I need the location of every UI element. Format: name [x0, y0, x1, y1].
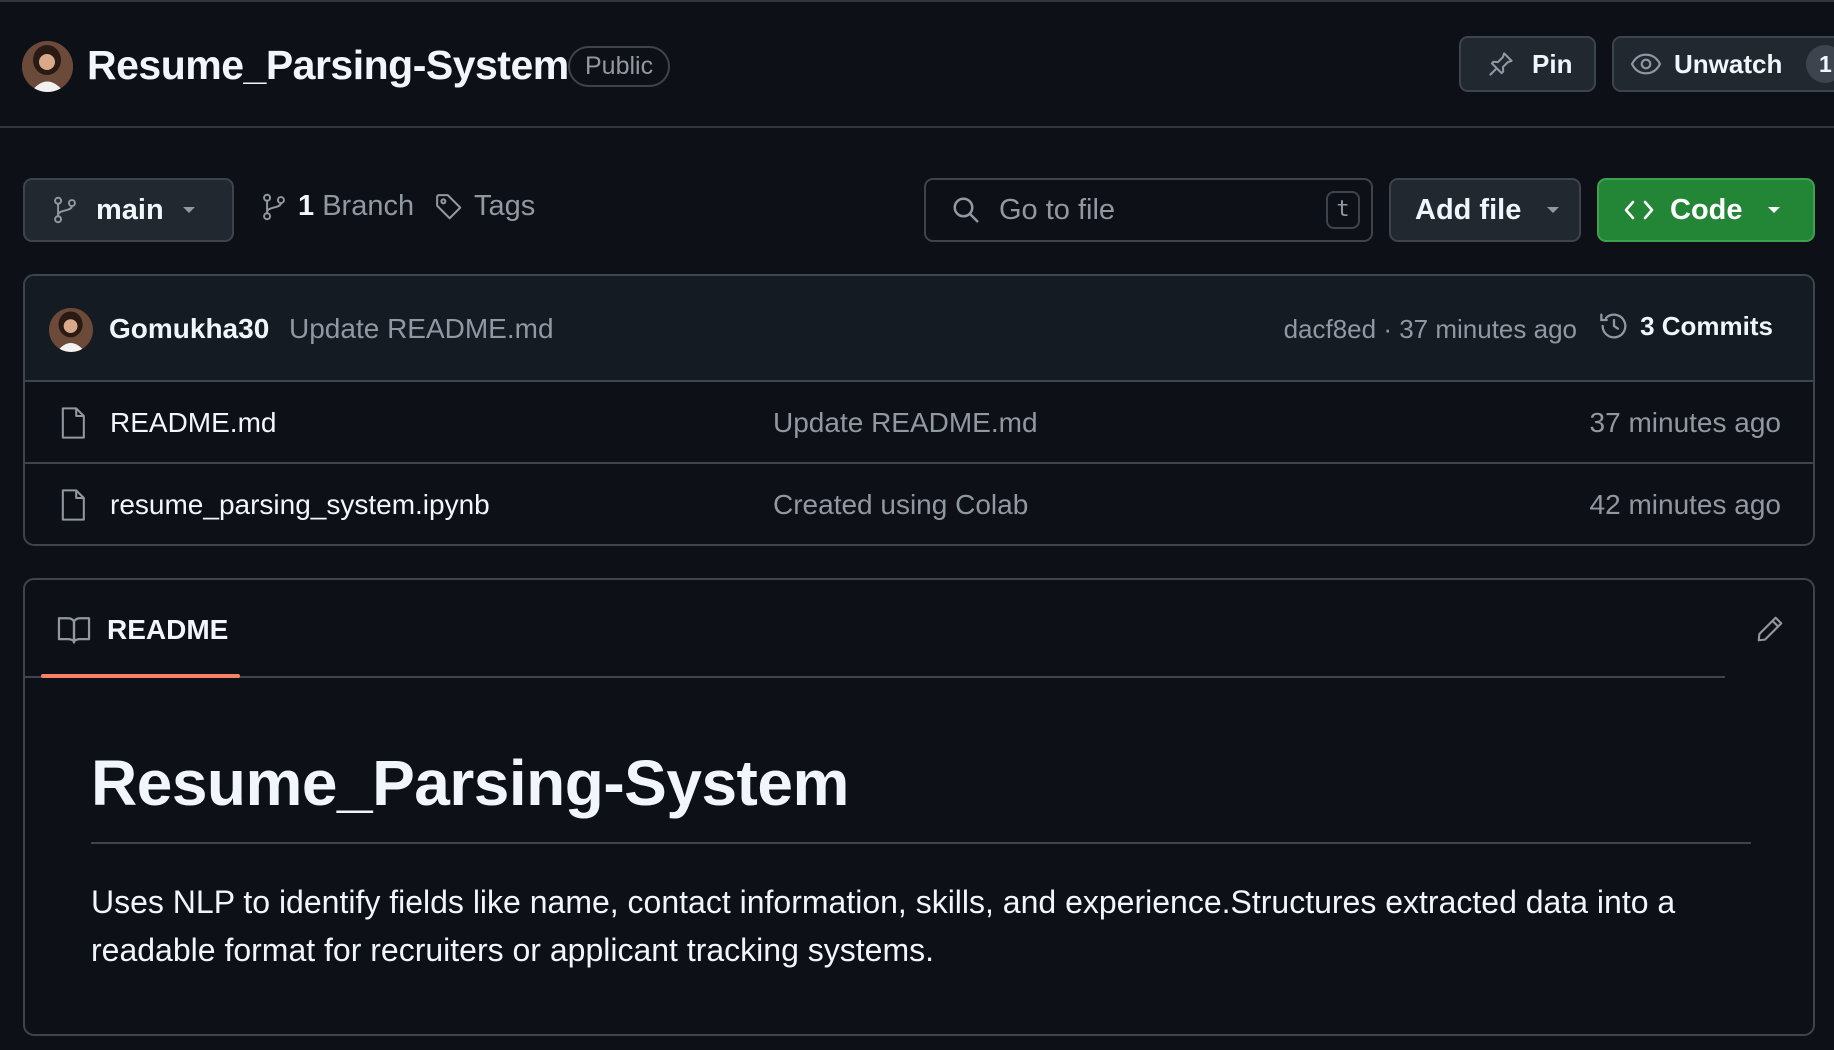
- git-branch-icon: [51, 195, 79, 225]
- tags-label: Tags: [474, 190, 536, 222]
- readme-tab-label: README: [107, 614, 229, 645]
- add-file-label: Add file: [1415, 193, 1522, 226]
- branch-label: Branch: [322, 190, 415, 222]
- readme-title: Resume_Parsing-System: [91, 747, 849, 819]
- file-name[interactable]: resume_parsing_system.ipynb: [110, 489, 490, 521]
- history-icon: [1598, 310, 1630, 342]
- watchers-count: 1: [1806, 45, 1834, 83]
- file-commit-time: 37 minutes ago: [1589, 407, 1781, 438]
- repo-header: Resume_Parsing-System Public Pin Unwatch…: [0, 2, 1834, 128]
- latest-commit-bar: Gomukha30 Update README.md dacf8ed · 37 …: [25, 276, 1813, 382]
- eye-icon: [1630, 48, 1662, 80]
- file-name[interactable]: README.md: [110, 407, 276, 439]
- branch-selector[interactable]: main: [23, 178, 234, 242]
- readme-description: Uses NLP to identify fields like name, c…: [91, 884, 1676, 968]
- code-label: Code: [1670, 193, 1743, 226]
- commits-label: 3 Commits: [1640, 310, 1773, 341]
- author-avatar[interactable]: [49, 308, 93, 352]
- active-tab-indicator: [41, 674, 240, 678]
- tag-icon: [434, 192, 464, 222]
- commit-hash-time[interactable]: dacf8ed · 37 minutes ago: [1284, 314, 1577, 345]
- branch-count: 1: [298, 190, 315, 222]
- visibility-badge: Public: [568, 46, 671, 87]
- commit-message[interactable]: Update README.md: [289, 313, 554, 345]
- tags-link[interactable]: Tags: [434, 190, 535, 223]
- branch-name: main: [96, 193, 164, 226]
- pin-label: Pin: [1532, 48, 1573, 79]
- owner-avatar[interactable]: [22, 41, 73, 92]
- commit-author[interactable]: Gomukha30: [109, 313, 269, 345]
- file-commit-message[interactable]: Update README.md: [773, 407, 1038, 439]
- chevron-down-icon: [1545, 205, 1561, 215]
- pencil-icon[interactable]: [1755, 614, 1785, 644]
- file-commit-message[interactable]: Created using Colab: [773, 489, 1028, 521]
- readme-header: README: [25, 580, 1725, 678]
- code-button[interactable]: Code: [1597, 178, 1815, 242]
- unwatch-label: Unwatch: [1674, 48, 1783, 79]
- title-divider: [91, 842, 1751, 844]
- go-to-file-input[interactable]: Go to file t: [924, 178, 1373, 242]
- chevron-down-icon: [1766, 205, 1782, 215]
- commits-link[interactable]: 3 Commits: [1598, 310, 1773, 342]
- add-file-button[interactable]: Add file: [1389, 178, 1581, 242]
- unwatch-button[interactable]: Unwatch 1: [1612, 36, 1834, 92]
- search-icon: [951, 195, 981, 225]
- readme-tab[interactable]: README: [57, 614, 228, 646]
- branches-link[interactable]: 1 Branch: [260, 190, 414, 223]
- file-row[interactable]: resume_parsing_system.ipynb Created usin…: [25, 464, 1813, 544]
- code-icon: [1623, 197, 1655, 223]
- readme-panel: README Resume_Parsing-System Uses NLP to…: [23, 578, 1815, 1036]
- file-icon: [59, 406, 87, 440]
- go-to-file-placeholder: Go to file: [999, 193, 1116, 226]
- file-row[interactable]: README.md Update README.md 37 minutes ag…: [25, 382, 1813, 464]
- chevron-down-icon: [181, 205, 197, 215]
- keyboard-shortcut: t: [1326, 191, 1360, 229]
- pin-button[interactable]: Pin: [1459, 36, 1596, 92]
- repo-name[interactable]: Resume_Parsing-System: [87, 42, 569, 89]
- file-icon: [59, 488, 87, 522]
- git-branch-icon: [260, 192, 288, 222]
- pin-icon: [1486, 49, 1516, 79]
- file-list: Gomukha30 Update README.md dacf8ed · 37 …: [23, 274, 1815, 546]
- book-icon: [57, 615, 91, 645]
- file-commit-time: 42 minutes ago: [1589, 489, 1781, 520]
